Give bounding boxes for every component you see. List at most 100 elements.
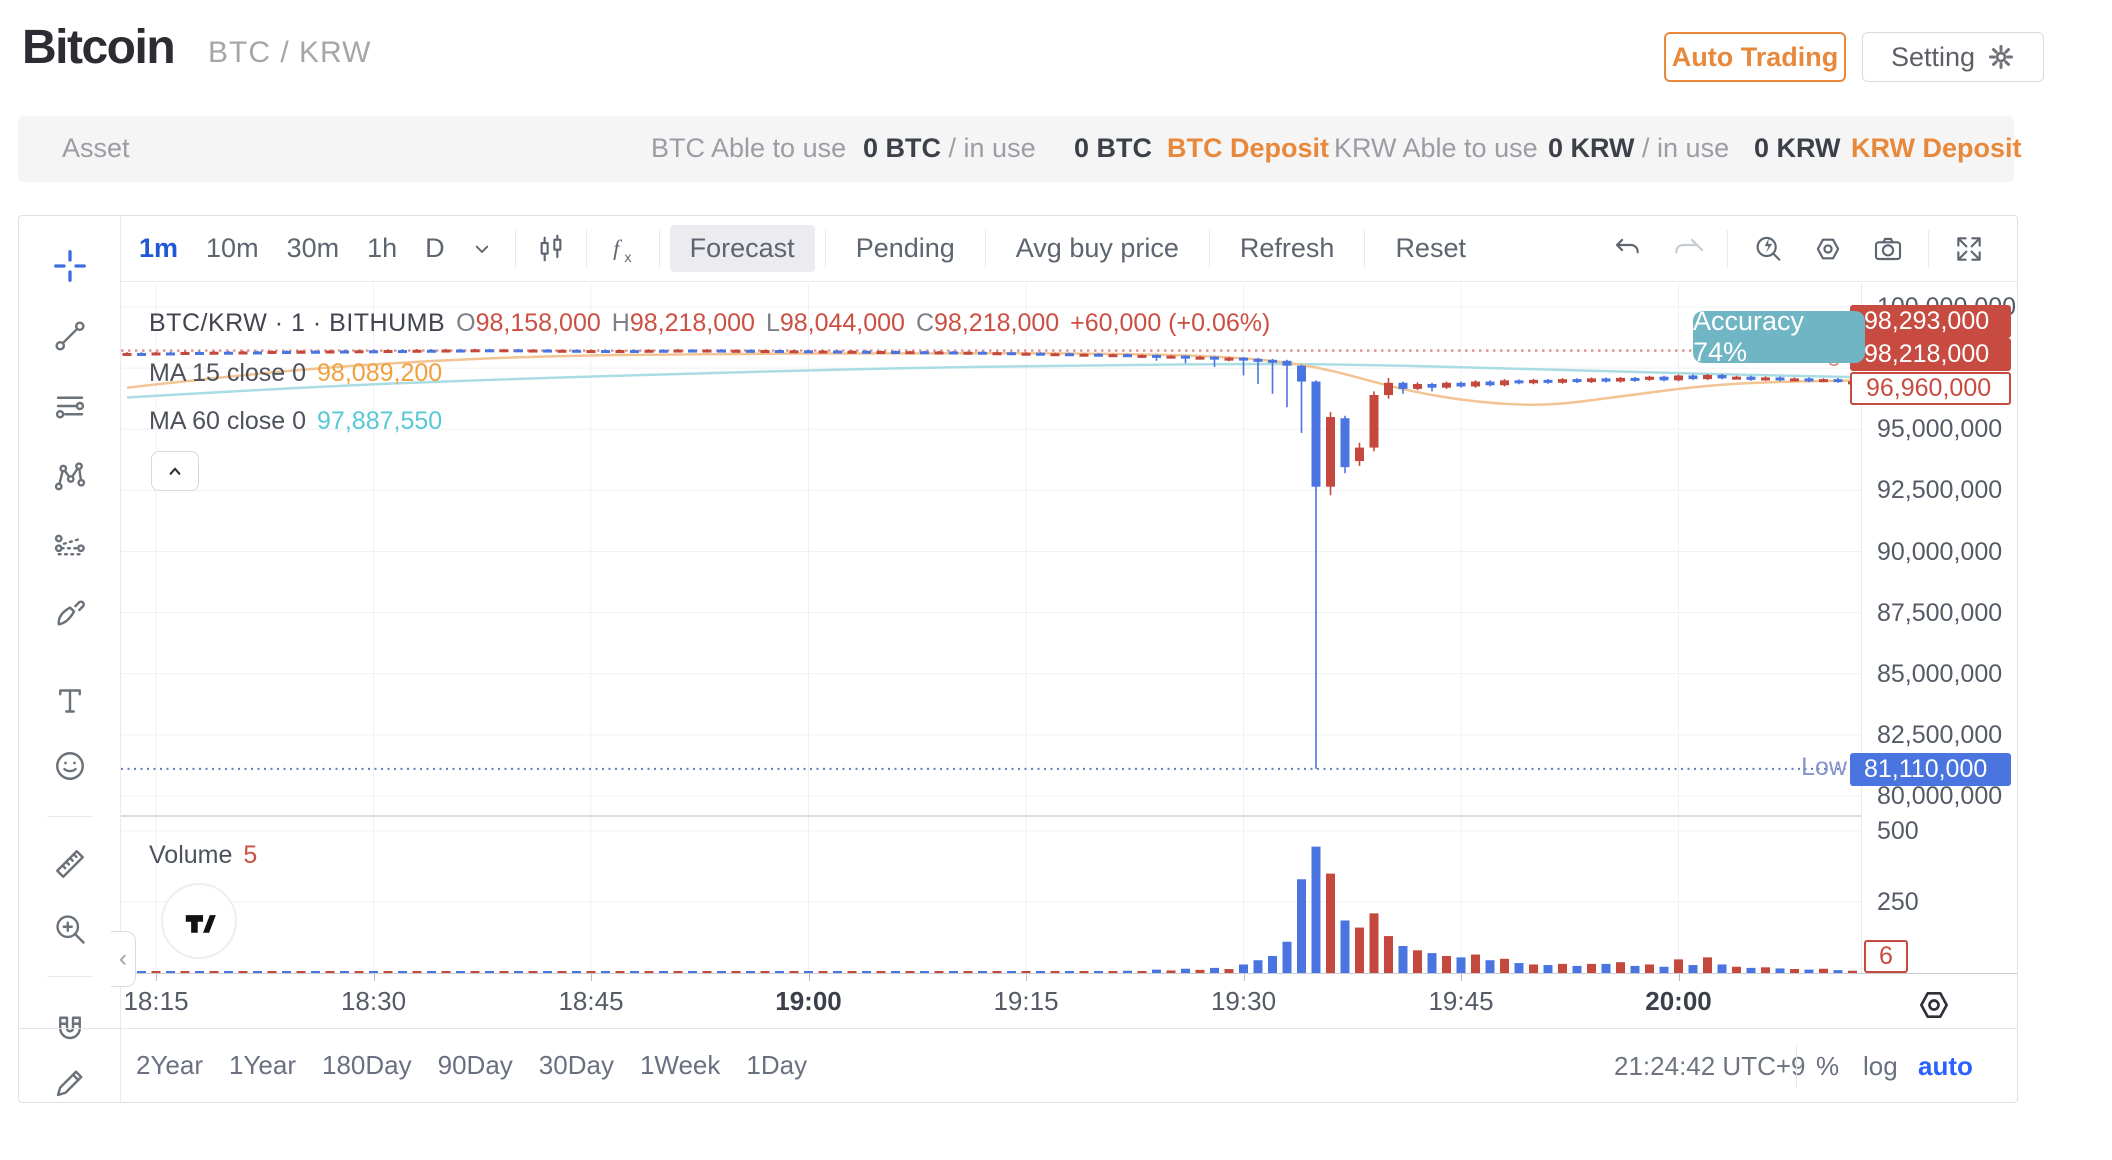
sidebar-crosshair-tool[interactable] xyxy=(52,248,88,284)
legend-change: +60,000 (+0.06%) xyxy=(1070,309,1270,338)
interval-button-1h[interactable]: 1h xyxy=(353,233,411,264)
sidebar-ruler-tool[interactable] xyxy=(52,846,88,882)
reset-button[interactable]: Reset xyxy=(1375,225,1486,272)
ma15-value: 98,089,200 xyxy=(317,359,442,388)
range-button-90day[interactable]: 90Day xyxy=(438,1050,513,1081)
brush-icon xyxy=(52,595,88,631)
time-tick xyxy=(809,974,810,981)
tradingview-logo[interactable] xyxy=(161,883,237,959)
chevron-down-icon[interactable] xyxy=(468,235,496,263)
sidebar-collapse-handle[interactable]: ‹ xyxy=(111,931,136,987)
price-label: 80,000,000 xyxy=(1877,782,2002,811)
zoom-in-icon xyxy=(52,911,88,947)
range-button-180day[interactable]: 180Day xyxy=(322,1050,412,1081)
bottom-bar-divider xyxy=(1796,1045,1797,1087)
btc-deposit-link[interactable]: BTC Deposit xyxy=(1167,133,1329,164)
pair-subtitle: BTC / KRW xyxy=(208,36,371,70)
text-icon xyxy=(52,683,88,719)
forecast-button[interactable]: Forecast xyxy=(670,225,815,272)
sidebar-projection-tool[interactable] xyxy=(52,528,88,564)
time-tick xyxy=(1026,974,1027,981)
redo-icon[interactable] xyxy=(1671,233,1703,265)
krw-deposit-link[interactable]: KRW Deposit xyxy=(1851,133,2022,164)
range-button-2year[interactable]: 2Year xyxy=(136,1050,203,1081)
btc-able-value: 0 BTC xyxy=(863,133,941,163)
trend-line-icon xyxy=(52,318,88,354)
toolbar-right-group xyxy=(1597,216,1999,281)
current-price-badge: 96,960,000 xyxy=(1850,372,2011,405)
sidebar-divider xyxy=(47,816,93,817)
scale-button-auto[interactable]: auto xyxy=(1918,1051,1973,1082)
time-tick xyxy=(1461,974,1462,981)
ma15-label: MA 15 close 0 xyxy=(149,359,306,388)
range-button-30day[interactable]: 30Day xyxy=(539,1050,614,1081)
toolbar-divider xyxy=(825,230,826,268)
ma15-row: MA 15 close 0 98,089,200 xyxy=(149,359,442,388)
accuracy-badge: Accuracy 74% xyxy=(1693,311,1865,363)
indicators-fx-icon[interactable]: fx xyxy=(606,232,640,266)
legend-collapse-button[interactable] xyxy=(151,451,199,491)
auto-trading-button[interactable]: Auto Trading xyxy=(1664,32,1846,82)
time-label: 19:00 xyxy=(775,986,842,1017)
interval-button-1m[interactable]: 1m xyxy=(125,233,192,264)
range-button-1year[interactable]: 1Year xyxy=(229,1050,296,1081)
toolbar-divider xyxy=(1727,230,1728,268)
fullscreen-icon[interactable] xyxy=(1953,233,1985,265)
axis-settings-button[interactable] xyxy=(1914,985,1954,1025)
avg-buy-price-button[interactable]: Avg buy price xyxy=(996,225,1199,272)
ma60-row: MA 60 close 0 97,887,550 xyxy=(149,407,442,436)
tv-logo-icon xyxy=(177,899,221,943)
sidebar-brush-tool[interactable] xyxy=(52,595,88,631)
legend-high: H98,218,000 xyxy=(612,309,755,338)
sidebar-trend-line-tool[interactable] xyxy=(52,318,88,354)
refresh-button[interactable]: Refresh xyxy=(1220,225,1355,272)
quick-search-icon[interactable] xyxy=(1752,233,1784,265)
time-axis[interactable]: 18:1518:3018:4519:0019:1519:3019:4520:00 xyxy=(121,973,2017,1028)
chart-legend: BTC/KRW · 1 · BITHUMB O98,158,000 H98,21… xyxy=(149,309,1270,338)
xabcd-icon xyxy=(52,458,88,494)
setting-label: Setting xyxy=(1891,42,1975,73)
btc-able-label: BTC Able to use xyxy=(651,133,846,164)
asset-title: Asset xyxy=(62,133,130,164)
toolbar-divider xyxy=(1928,230,1929,268)
time-tick xyxy=(1244,974,1245,981)
time-tick xyxy=(374,974,375,981)
price-axis[interactable]: 100,000,00095,000,00092,500,00090,000,00… xyxy=(1861,283,2017,973)
snapshot-camera-icon[interactable] xyxy=(1872,233,1904,265)
sidebar-text-tool[interactable] xyxy=(52,683,88,719)
legend-open: O98,158,000 xyxy=(456,309,601,338)
sidebar-xabcd-pattern-tool[interactable] xyxy=(52,458,88,494)
interval-button-30m[interactable]: 30m xyxy=(273,233,354,264)
interval-button-D[interactable]: D xyxy=(411,233,459,264)
krw-able-value: 0 KRW xyxy=(1548,133,1635,163)
time-label: 18:15 xyxy=(123,986,188,1017)
auto-trading-label: Auto Trading xyxy=(1672,42,1838,73)
scale-button-%[interactable]: % xyxy=(1816,1051,1839,1082)
price-label: 95,000,000 xyxy=(1877,415,2002,444)
volume-value: 5 xyxy=(243,841,257,870)
toolbar-divider xyxy=(515,230,516,268)
time-tick xyxy=(156,974,157,981)
forecast-high-badge: 98,293,000 xyxy=(1850,305,2011,338)
chart-style-candles-icon[interactable] xyxy=(535,233,567,265)
settings-hexagon-icon[interactable] xyxy=(1812,233,1844,265)
sidebar-zoom-in-tool[interactable] xyxy=(52,911,88,947)
range-button-1day[interactable]: 1Day xyxy=(746,1050,807,1081)
range-button-1week[interactable]: 1Week xyxy=(640,1050,720,1081)
sidebar-horizontal-lines-tool[interactable] xyxy=(52,388,88,424)
time-label: 18:45 xyxy=(558,986,623,1017)
sidebar-emoji-tool[interactable] xyxy=(52,748,88,784)
scale-button-log[interactable]: log xyxy=(1863,1051,1898,1082)
price-label: 85,000,000 xyxy=(1877,660,2002,689)
horizontal-lines-icon xyxy=(52,388,88,424)
volume-label: Volume xyxy=(149,841,232,870)
time-label: 18:30 xyxy=(341,986,406,1017)
time-label: 20:00 xyxy=(1645,986,1712,1017)
price-label: 87,500,000 xyxy=(1877,599,2002,628)
chart-plot-area[interactable]: BTC/KRW · 1 · BITHUMB O98,158,000 H98,21… xyxy=(121,283,1861,973)
setting-button[interactable]: Setting xyxy=(1862,32,2044,82)
time-label: 19:45 xyxy=(1428,986,1493,1017)
undo-icon[interactable] xyxy=(1611,233,1643,265)
interval-button-10m[interactable]: 10m xyxy=(192,233,273,264)
pending-button[interactable]: Pending xyxy=(836,225,975,272)
